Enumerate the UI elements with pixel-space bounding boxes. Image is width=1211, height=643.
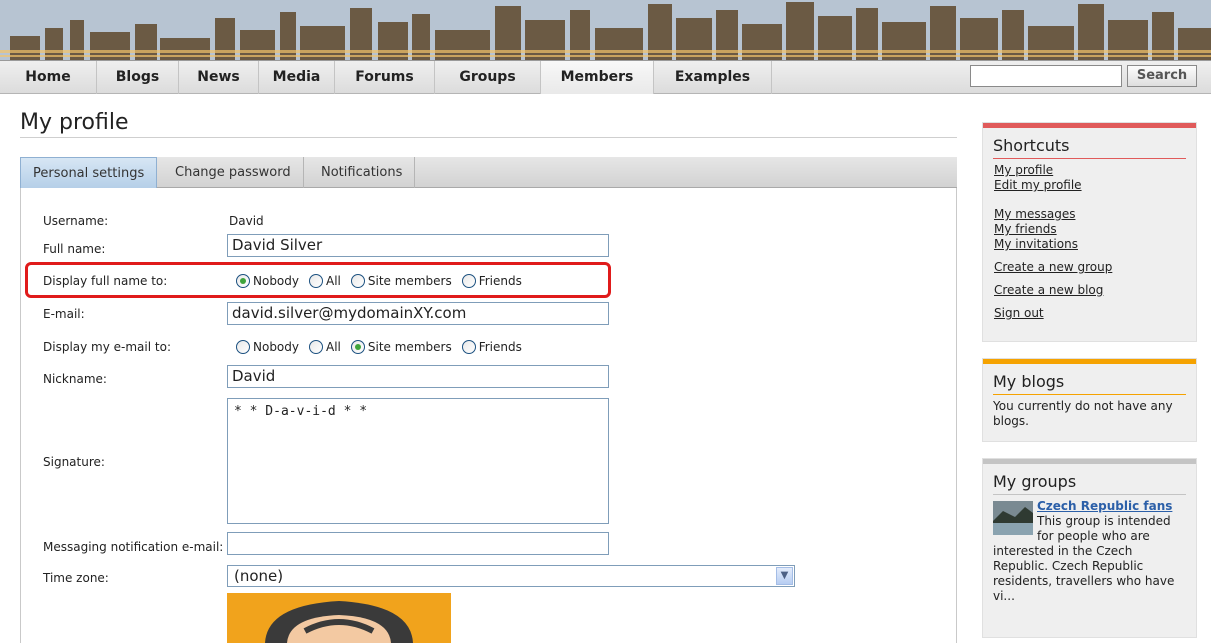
group-thumbnail[interactable] (993, 501, 1033, 535)
messaging-email-label: Messaging notification e-mail: (43, 540, 224, 554)
nav-examples[interactable]: Examples (654, 61, 772, 94)
shortcut-create-blog[interactable]: Create a new blog (994, 283, 1196, 298)
nav-media[interactable]: Media (259, 61, 335, 94)
my-groups-title: My groups (993, 472, 1186, 495)
tab-personal-settings[interactable]: Personal settings (20, 157, 158, 188)
shortcut-my-invitations[interactable]: My invitations (994, 237, 1196, 252)
avatar-image (265, 601, 413, 643)
my-blogs-box: My blogs You currently do not have any b… (982, 358, 1197, 442)
search-button[interactable]: Search (1127, 65, 1197, 87)
radio-unchecked-icon (461, 274, 476, 288)
messaging-email-input[interactable] (227, 532, 609, 555)
nickname-label: Nickname: (43, 372, 107, 386)
shortcut-my-friends[interactable]: My friends (994, 222, 1196, 237)
radio-checked-icon (350, 340, 365, 354)
page-title: My profile (20, 110, 129, 135)
chevron-down-icon[interactable]: ▼ (776, 567, 793, 585)
radio-fullname-nobody[interactable]: Nobody (236, 274, 299, 288)
shortcut-edit-my-profile[interactable]: Edit my profile (994, 178, 1196, 193)
shortcuts-accent-bar (983, 123, 1196, 128)
timezone-select[interactable]: (none) ▼ (227, 565, 795, 587)
radio-unchecked-icon (350, 274, 365, 288)
my-blogs-text: You currently do not have any blogs. (993, 399, 1173, 428)
avatar (227, 593, 451, 643)
radio-unchecked-icon (309, 340, 323, 354)
radio-email-friends[interactable]: Friends (461, 340, 522, 354)
title-divider (20, 137, 957, 138)
tab-notifications[interactable]: Notifications (309, 157, 416, 188)
nav-blogs[interactable]: Blogs (97, 61, 179, 94)
username-value: David (229, 214, 264, 228)
search-input[interactable] (970, 65, 1122, 87)
shortcut-sign-out[interactable]: Sign out (994, 306, 1196, 321)
display-email-radio-group: Nobody All Site members Friends (236, 338, 532, 356)
fullname-label: Full name: (43, 242, 106, 256)
my-groups-box: My groups Czech Republic fans This group… (982, 458, 1197, 638)
radio-unchecked-icon (236, 340, 250, 354)
email-input[interactable]: david.silver@mydomainXY.com (227, 302, 609, 325)
display-fullname-label: Display full name to: (43, 274, 168, 288)
main-navigation: Home Blogs News Media Forums Groups Memb… (0, 60, 1211, 94)
nav-groups[interactable]: Groups (435, 61, 541, 94)
nav-forums[interactable]: Forums (335, 61, 435, 94)
shortcut-create-group[interactable]: Create a new group (994, 260, 1196, 275)
tab-change-password[interactable]: Change password (163, 157, 304, 188)
email-label: E-mail: (43, 307, 85, 321)
username-label: Username: (43, 214, 109, 228)
display-fullname-radio-group: Nobody All Site members Friends (236, 272, 532, 290)
radio-fullname-all[interactable]: All (309, 274, 341, 288)
profile-tabs: Personal settings Change password Notifi… (20, 157, 957, 188)
fullname-input[interactable]: David Silver (227, 234, 609, 257)
nav-home[interactable]: Home (0, 61, 97, 94)
signature-label: Signature: (43, 455, 105, 469)
shortcut-my-messages[interactable]: My messages (994, 207, 1196, 222)
blogs-accent-bar (983, 359, 1196, 364)
radio-unchecked-icon (461, 340, 476, 354)
radio-unchecked-icon (309, 274, 323, 288)
nickname-input[interactable]: David (227, 365, 609, 388)
nav-news[interactable]: News (179, 61, 259, 94)
shortcuts-box: Shortcuts My profile Edit my profile My … (982, 122, 1197, 342)
shortcut-my-profile[interactable]: My profile (994, 163, 1196, 178)
radio-email-site-members[interactable]: Site members (350, 340, 452, 354)
radio-email-all[interactable]: All (309, 340, 341, 354)
signature-textarea[interactable]: * * D-a-v-i-d * * (227, 398, 609, 524)
nav-members[interactable]: Members (541, 61, 654, 94)
timezone-label: Time zone: (43, 571, 109, 585)
my-blogs-title: My blogs (993, 372, 1186, 395)
header-banner (0, 0, 1211, 60)
radio-fullname-site-members[interactable]: Site members (350, 274, 452, 288)
groups-accent-bar (983, 459, 1196, 464)
group-item: Czech Republic fans This group is intend… (993, 499, 1186, 604)
radio-checked-icon (236, 274, 250, 288)
radio-email-nobody[interactable]: Nobody (236, 340, 299, 354)
shortcuts-title: Shortcuts (993, 136, 1186, 159)
radio-fullname-friends[interactable]: Friends (461, 274, 522, 288)
display-email-label: Display my e-mail to: (43, 340, 171, 354)
city-skyline-image (0, 0, 1211, 60)
